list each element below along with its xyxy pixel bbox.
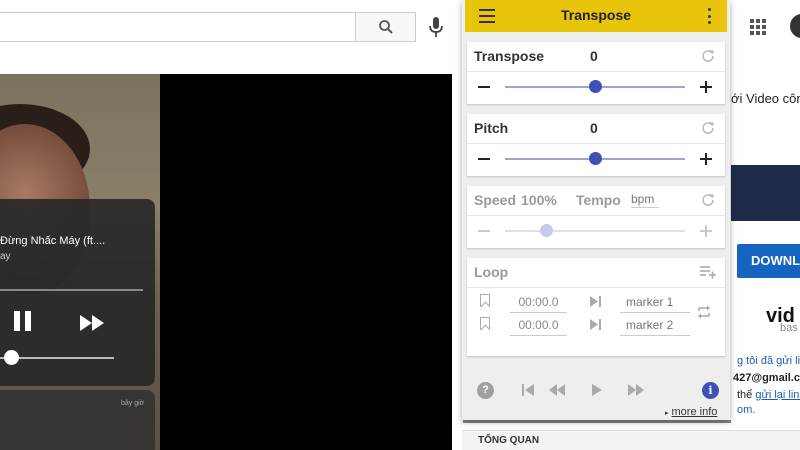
skip-next-icon[interactable] <box>590 296 602 307</box>
card-divider <box>467 215 725 216</box>
transpose-label: Transpose <box>474 48 545 64</box>
transpose-popup: Transpose Transpose 0 Pitch 0 Speed 100%… <box>462 0 730 420</box>
repeat-icon[interactable] <box>696 304 712 320</box>
page-text-line3: thể gửi lại link <box>737 389 800 401</box>
screen: Đừng Nhấc Máy (ft.... ay bây giờ ới Vide… <box>0 0 800 450</box>
notification-time: bây giờ <box>121 400 145 407</box>
skip-previous-icon[interactable] <box>522 383 534 397</box>
card-divider <box>467 71 725 72</box>
pitch-label: Pitch <box>474 120 509 136</box>
transpose-minus-icon[interactable] <box>478 86 490 88</box>
speed-minus-icon[interactable] <box>478 230 490 232</box>
mini-player-title: Đừng Nhấc Máy (ft.... <box>0 235 106 247</box>
page-banner <box>731 165 800 221</box>
speed-plus-icon[interactable] <box>700 225 712 237</box>
loop-row-2 <box>467 314 725 336</box>
transpose-value: 0 <box>590 48 598 64</box>
pitch-plus-icon[interactable] <box>700 153 712 165</box>
bookmark-icon[interactable] <box>480 294 490 307</box>
transpose-slider-knob[interactable] <box>589 80 602 93</box>
loop-row-1 <box>467 291 725 313</box>
speed-label: Speed <box>474 192 517 208</box>
more-info-link[interactable]: ▸ more info <box>665 406 717 418</box>
loop-start-time[interactable] <box>510 291 567 313</box>
search-icon <box>378 20 393 34</box>
loop-card: Loop <box>467 258 725 356</box>
pitch-card: Pitch 0 <box>467 114 725 176</box>
transpose-card: Transpose 0 <box>467 42 725 104</box>
mini-player-seek-knob[interactable] <box>4 350 19 365</box>
transpose-plus-icon[interactable] <box>700 81 712 93</box>
download-button[interactable]: DOWNLO <box>737 244 800 278</box>
mic-button[interactable] <box>426 14 446 40</box>
reset-icon[interactable] <box>699 47 717 65</box>
popup-bottom-shadow <box>463 420 731 423</box>
more-info-text[interactable]: more info <box>672 406 718 418</box>
fast-forward-icon[interactable] <box>627 383 645 397</box>
marker-input-2[interactable] <box>620 314 690 336</box>
popup-title: Transpose <box>560 7 632 23</box>
play-icon[interactable] <box>591 383 603 397</box>
video-player[interactable]: Đừng Nhấc Máy (ft.... ay bây giờ <box>0 74 452 450</box>
pitch-minus-icon[interactable] <box>478 158 490 160</box>
pitch-slider-knob[interactable] <box>589 152 602 165</box>
page-text-line3-prefix: thể <box>737 389 756 401</box>
page-text-email: 427@gmail.co <box>733 372 800 384</box>
speed-value: 100% <box>521 192 557 208</box>
mini-player-divider <box>0 289 143 291</box>
bookmark-icon[interactable] <box>480 317 490 330</box>
skip-next-icon[interactable] <box>590 319 602 330</box>
mini-player-card[interactable]: Đừng Nhấc Máy (ft.... ay <box>0 199 155 386</box>
page-text-heading: ới Video công <box>731 91 800 106</box>
speed-slider-knob[interactable] <box>540 224 553 237</box>
loop-label: Loop <box>474 264 509 280</box>
tempo-label: Tempo <box>576 192 621 208</box>
more-vert-icon[interactable] <box>707 8 711 24</box>
apps-grid-icon[interactable] <box>750 19 766 35</box>
avatar[interactable] <box>790 14 800 38</box>
card-divider <box>467 143 725 144</box>
page-text-line4: om. <box>737 404 756 416</box>
overview-label: TỔNG QUAN <box>478 435 540 446</box>
page-text-line1: g tôi đã gửi link <box>737 355 800 367</box>
speed-slider-track[interactable] <box>505 230 685 232</box>
playlist-add-icon[interactable] <box>699 265 717 279</box>
help-icon[interactable]: ? <box>477 382 494 399</box>
overview-section: TỔNG QUAN <box>462 430 800 450</box>
brand-sub-text: bas <box>780 322 798 334</box>
pitch-value: 0 <box>590 120 598 136</box>
triangle-right-icon: ▸ <box>665 410 669 417</box>
notification-card[interactable] <box>0 390 155 450</box>
card-divider <box>467 287 725 288</box>
reset-icon[interactable] <box>699 119 717 137</box>
mini-player-subtitle: ay <box>0 251 11 262</box>
info-icon[interactable]: i <box>702 382 719 399</box>
resend-link[interactable]: gửi lại link <box>755 389 800 401</box>
hamburger-menu-icon[interactable] <box>479 9 495 23</box>
marker-input-1[interactable] <box>620 291 690 313</box>
youtube-search-button[interactable] <box>355 13 415 41</box>
reset-icon[interactable] <box>699 191 717 209</box>
fast-forward-icon[interactable] <box>80 315 106 331</box>
pause-icon[interactable] <box>14 311 36 333</box>
youtube-search-input[interactable] <box>0 13 350 41</box>
mic-icon <box>429 17 443 37</box>
bpm-input[interactable] <box>631 190 659 208</box>
playback-bar: ? i ▸ more info <box>462 370 730 420</box>
youtube-search-box[interactable] <box>0 12 416 42</box>
loop-end-time[interactable] <box>510 314 567 336</box>
rewind-icon[interactable] <box>548 383 566 397</box>
popup-header: Transpose <box>465 0 727 32</box>
speed-card: Speed 100% Tempo <box>467 186 725 248</box>
